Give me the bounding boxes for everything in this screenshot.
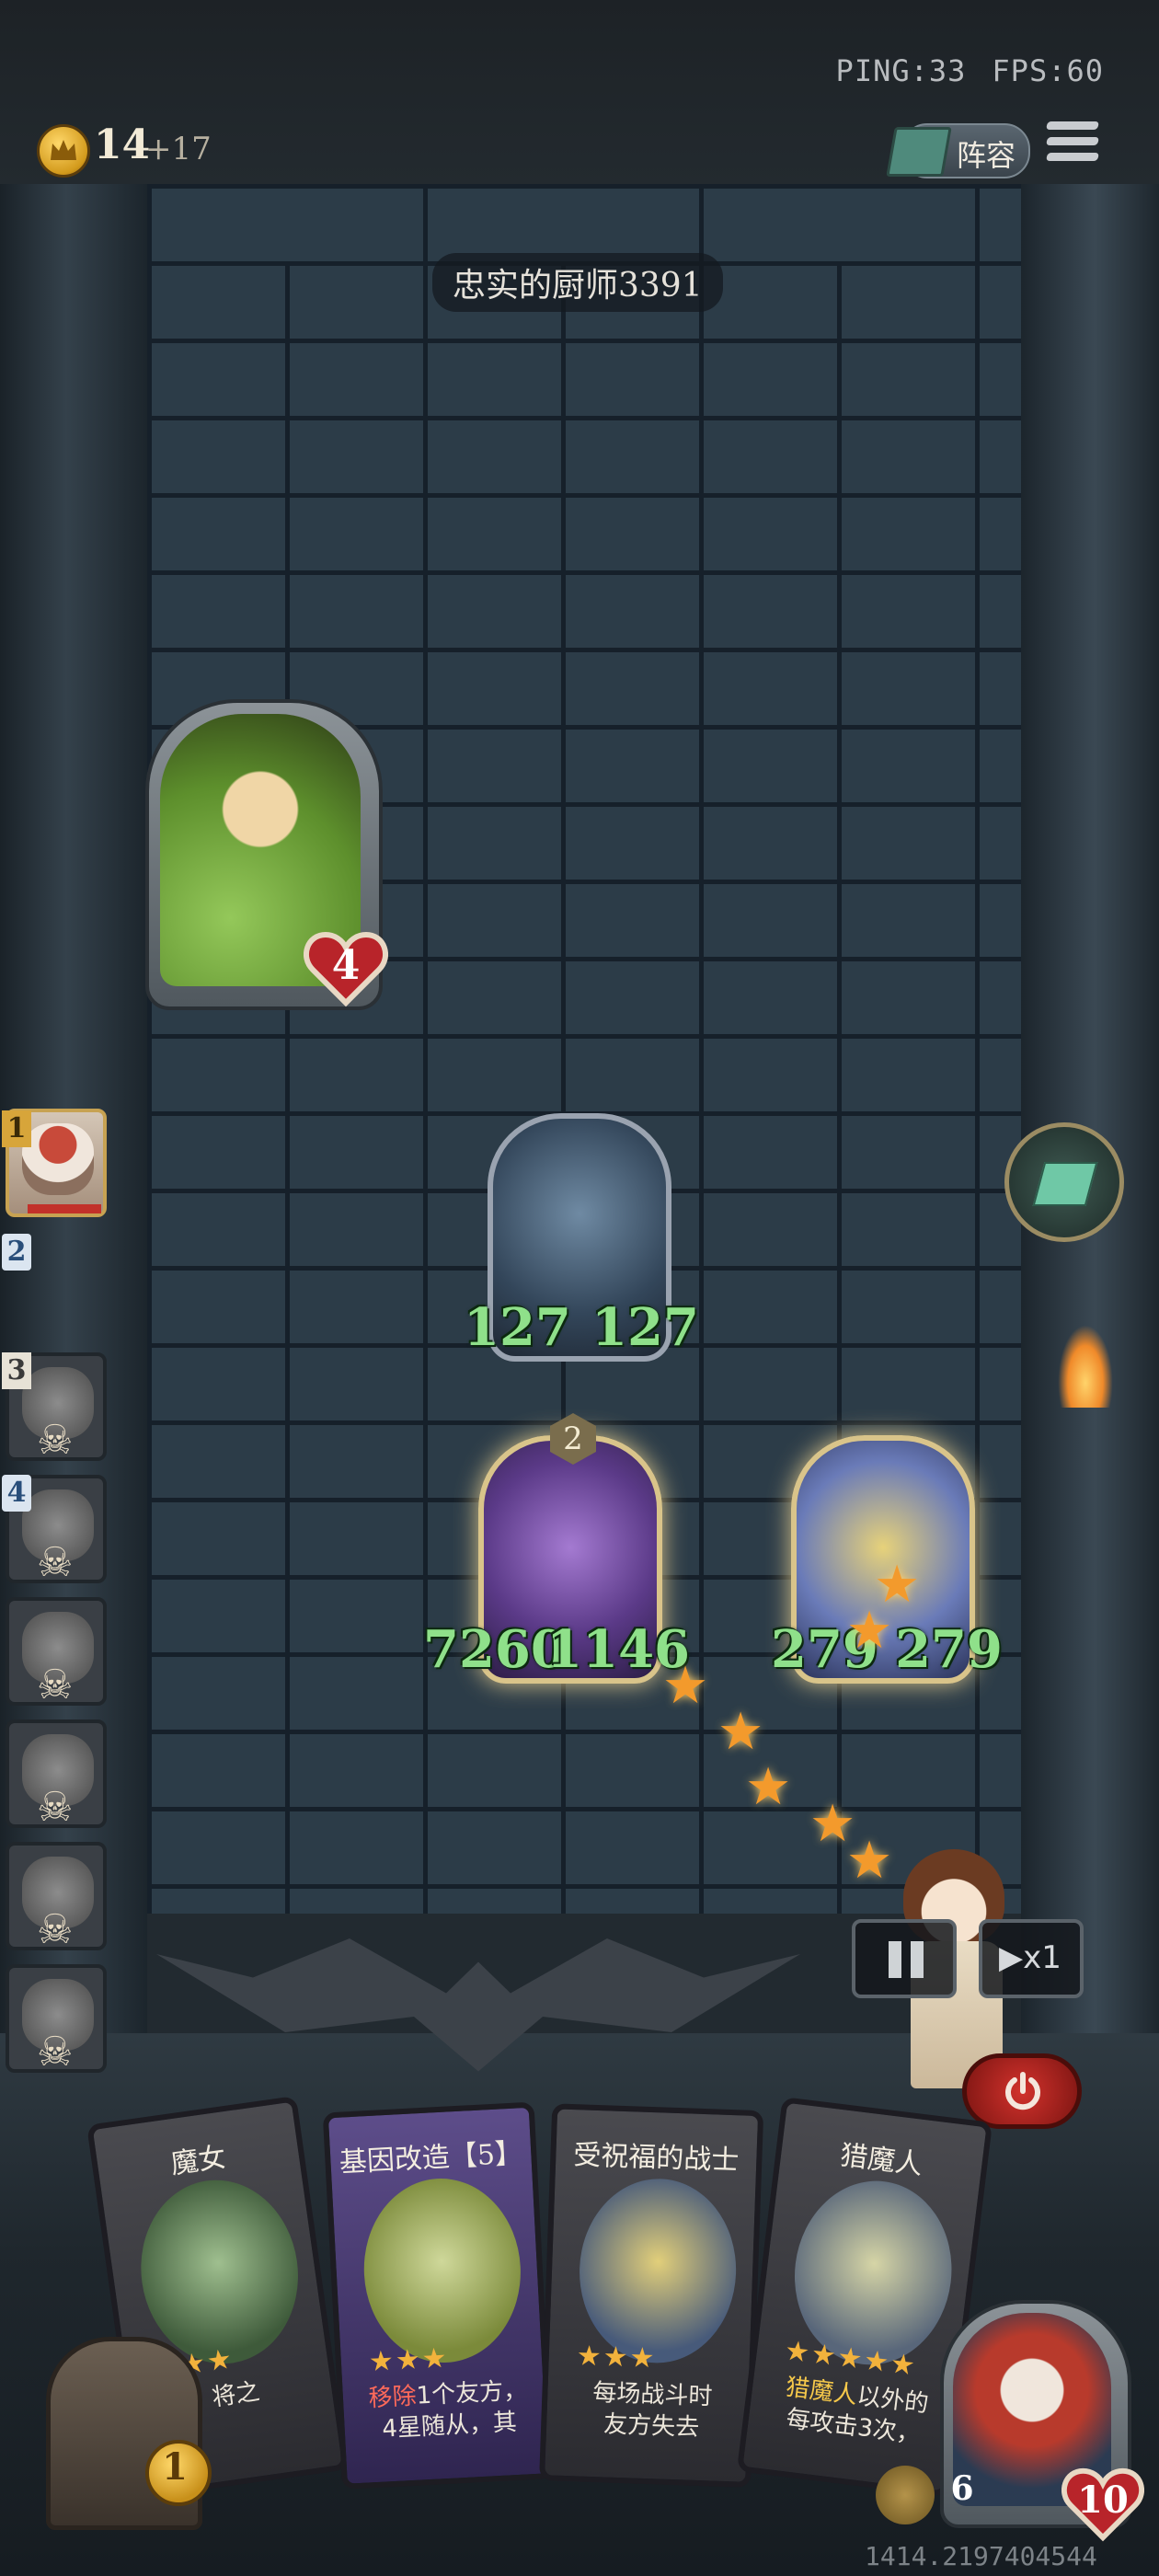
- opponent-slot[interactable]: ☠: [6, 1964, 107, 2076]
- minion-pirate[interactable]: 127 127: [464, 1113, 699, 1371]
- player-armor: 6: [950, 2469, 974, 2508]
- card-text-line: 每场战斗时: [591, 2378, 713, 2411]
- star-effect-icon: ★: [846, 1601, 893, 1661]
- minion-attack: 127: [464, 1297, 571, 1358]
- opponent-rank: 2: [2, 1234, 31, 1271]
- book-icon: [886, 127, 952, 177]
- card-art: [576, 2176, 740, 2366]
- speed-button[interactable]: ▶x1: [979, 1919, 1084, 1998]
- card-text-line: 友方失去: [602, 2410, 700, 2443]
- power-icon: [1005, 2072, 1040, 2110]
- skull-icon: ☠: [37, 1417, 74, 1464]
- player-hero[interactable]: 6 10: [876, 2300, 1144, 2542]
- tavern-level: 1: [162, 2445, 188, 2489]
- card-keyword: 移除: [367, 2382, 418, 2413]
- card-text-line: 以外的: [855, 2382, 931, 2419]
- opponent-rank: 1: [2, 1110, 31, 1147]
- star-effect-icon: ★: [662, 1656, 709, 1716]
- card-title: 猎魔人: [838, 2139, 924, 2181]
- card-art: [359, 2174, 525, 2367]
- skull-icon: ☠: [37, 1906, 74, 1953]
- minion-demon-hunter[interactable]: 2 7260 1146: [423, 1413, 690, 1693]
- avatar: [22, 1123, 94, 1195]
- gold-income: +17: [145, 131, 212, 167]
- skull-icon: ☠: [37, 1662, 74, 1708]
- network-status: PING:33 FPS:60: [810, 53, 1104, 88]
- card-text: 猎魔人以外的 每攻击3次，: [760, 2369, 950, 2454]
- minion-attack: 7260: [423, 1619, 567, 1680]
- hero-power-button[interactable]: [1004, 1122, 1124, 1242]
- torch-icon: [1058, 1325, 1113, 1408]
- speed-label: ▶x1: [999, 1939, 1061, 1976]
- hand-card[interactable]: 基因改造【5】 ★★★ 移除1个友方， 4星随从，其: [322, 2101, 554, 2490]
- star-effect-icon: ★: [717, 1702, 764, 1762]
- card-keyword: 猎魔人: [784, 2373, 859, 2410]
- card-stars: ★★★: [368, 2341, 450, 2379]
- health-bar: [28, 1204, 101, 1213]
- coordinate-readout: 1414.2197404544: [865, 2541, 1097, 2571]
- opponent-name: 忠实的厨师3391: [432, 253, 723, 312]
- menu-icon[interactable]: [1046, 121, 1099, 169]
- opponent-slot[interactable]: ☠: [6, 1597, 107, 1708]
- fps-readout: FPS:60: [992, 53, 1104, 88]
- card-title: 基因改造【5】: [339, 2137, 523, 2179]
- opponent-rank: 4: [2, 1475, 31, 1512]
- card-title: 受祝福的战士: [572, 2139, 740, 2178]
- crystal-icon: [1032, 1162, 1098, 1206]
- lineup-button[interactable]: 阵容: [886, 123, 1030, 178]
- opponent-rank: 3: [2, 1352, 31, 1389]
- card-stars: ★★★: [576, 2340, 658, 2375]
- gold-amount: 14: [94, 121, 151, 168]
- card-text-line: 1个友方，: [415, 2376, 528, 2410]
- opponent-slot[interactable]: ☠: [6, 1842, 107, 1953]
- skull-icon: ☠: [37, 1539, 74, 1586]
- skull-icon: ☠: [37, 2029, 74, 2076]
- opponent-hero[interactable]: 4: [145, 699, 388, 1012]
- speed-value: x1: [1023, 1939, 1061, 1976]
- pause-button[interactable]: [852, 1919, 957, 1998]
- hand-card[interactable]: 受祝福的战士 ★★★ 每场战斗时 友方失去: [539, 2103, 764, 2489]
- tavern-shop-button[interactable]: 1: [18, 2318, 221, 2539]
- surrender-button[interactable]: [962, 2053, 1082, 2129]
- ping-readout: PING:33: [835, 53, 967, 88]
- shield-icon: [876, 2466, 935, 2524]
- skull-icon: ☠: [37, 1784, 74, 1831]
- opponent-hero-health: 4: [331, 942, 361, 989]
- card-text: 每场战斗时 友方失去: [559, 2376, 745, 2445]
- card-text-line: 4星随从，其: [381, 2409, 518, 2444]
- right-pillar: [1021, 184, 1159, 2061]
- lineup-label: 阵容: [957, 138, 1016, 173]
- minion-health: 127: [591, 1297, 699, 1358]
- gold-coin-icon: [37, 124, 90, 178]
- opponent-slot[interactable]: ☠: [6, 1719, 107, 1831]
- player-health: 10: [1077, 2478, 1129, 2522]
- minion-health: 279: [895, 1619, 1003, 1680]
- star-effect-icon: ★: [745, 1757, 792, 1817]
- card-text: 移除1个友方， 4星随从，其: [355, 2375, 542, 2446]
